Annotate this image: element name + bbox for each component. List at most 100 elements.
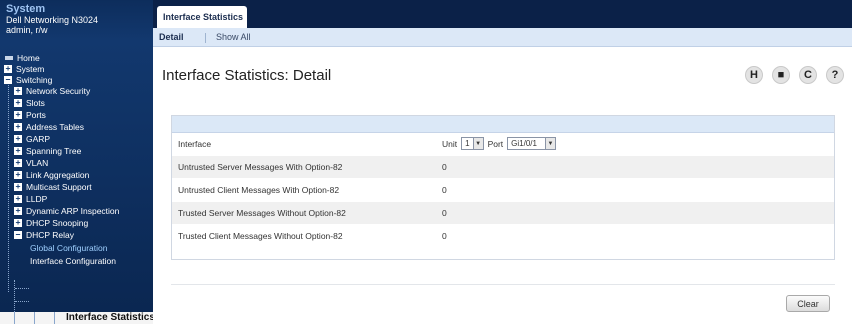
- port-select[interactable]: Gi1/0/1 ▼: [507, 137, 556, 150]
- dropdown-arrow-icon: ▼: [472, 138, 483, 149]
- table-header: [172, 116, 834, 133]
- row-label: Untrusted Client Messages With Option-82: [178, 185, 340, 195]
- sidebar-item-label: Switching: [16, 74, 53, 85]
- collapse-icon[interactable]: −: [14, 231, 22, 239]
- expand-icon[interactable]: +: [14, 159, 22, 167]
- sidebar-item-dhcp-relay[interactable]: − DHCP Relay: [14, 229, 74, 241]
- question-icon[interactable]: ?: [826, 66, 844, 84]
- row-label: Trusted Client Messages Without Option-8…: [178, 231, 343, 241]
- port-value: Gi1/0/1: [511, 139, 537, 148]
- sidebar-item-label: Network Security: [26, 85, 91, 96]
- sidebar-item-dhcp-snooping[interactable]: + DHCP Snooping: [14, 217, 88, 229]
- tab-bar: Interface Statistics: [153, 0, 852, 28]
- row-value: 0: [442, 185, 447, 195]
- row-value: 0: [442, 231, 447, 241]
- sidebar: System Dell Networking N3024 admin, r/w …: [0, 0, 153, 324]
- statistics-table: Interface Unit 1 ▼ Port Gi1/0/1 ▼ Untrus…: [171, 115, 835, 260]
- sidebar-item-address-tables[interactable]: + Address Tables: [14, 121, 84, 133]
- sidebar-item-label: DHCP Relay: [26, 229, 75, 240]
- sidebar-item-ports[interactable]: + Ports: [14, 109, 46, 121]
- sidebar-item-label: GARP: [26, 133, 51, 144]
- tree-line: [14, 312, 15, 324]
- system-title: System: [6, 3, 46, 15]
- expand-icon[interactable]: +: [14, 123, 22, 131]
- interface-label: Interface: [178, 139, 212, 149]
- table-row: Interface Unit 1 ▼ Port Gi1/0/1 ▼: [172, 133, 834, 156]
- expand-icon[interactable]: +: [14, 135, 22, 143]
- table-row: Untrusted Client Messages With Option-82…: [172, 179, 834, 202]
- refresh-icon[interactable]: C: [799, 66, 817, 84]
- expand-icon[interactable]: +: [14, 171, 22, 179]
- tab-interface-statistics[interactable]: Interface Statistics: [157, 6, 247, 28]
- tree-line: [54, 312, 55, 324]
- unit-value: 1: [465, 139, 470, 148]
- tree-line: [34, 312, 35, 324]
- tree-line: [15, 288, 29, 289]
- subnav-detail-link[interactable]: Detail: [159, 32, 184, 42]
- sidebar-item-spanning-tree[interactable]: + Spanning Tree: [14, 145, 81, 157]
- system-header: System Dell Networking N3024 admin, r/w: [0, 0, 153, 48]
- unit-select[interactable]: 1 ▼: [461, 137, 484, 150]
- table-row: Untrusted Server Messages With Option-82…: [172, 156, 834, 179]
- subnav-show-all-link[interactable]: Show All: [216, 32, 251, 42]
- interface-selector: Unit 1 ▼ Port Gi1/0/1 ▼: [442, 137, 556, 150]
- row-value: 0: [442, 162, 447, 172]
- sidebar-item-label: Interface Configuration: [30, 255, 116, 266]
- sidebar-item-global-configuration[interactable]: Global Configuration: [30, 242, 108, 254]
- row-value: 0: [442, 208, 447, 218]
- divider: [171, 284, 835, 285]
- sidebar-item-label: DHCP Snooping: [26, 217, 89, 228]
- sidebar-selected-row[interactable]: Interface Statistics: [0, 312, 153, 324]
- sidebar-item-label: Home: [17, 52, 40, 63]
- sidebar-item-network-security[interactable]: + Network Security: [14, 85, 90, 97]
- sidebar-item-label: Global Configuration: [30, 242, 108, 253]
- sidebar-item-label: Slots: [26, 97, 45, 108]
- row-label: Trusted Server Messages Without Option-8…: [178, 208, 346, 218]
- expand-icon[interactable]: +: [14, 111, 22, 119]
- toolbar: H ■ C ?: [745, 66, 844, 84]
- row-label: Untrusted Server Messages With Option-82: [178, 162, 343, 172]
- collapse-icon[interactable]: −: [4, 76, 12, 84]
- dropdown-arrow-icon: ▼: [544, 138, 555, 149]
- expand-icon[interactable]: +: [14, 147, 22, 155]
- sidebar-item-label: System: [16, 63, 45, 74]
- table-row: Trusted Client Messages Without Option-8…: [172, 225, 834, 248]
- sidebar-item-label: Link Aggregation: [26, 169, 90, 180]
- sidebar-item-label: Ports: [26, 109, 46, 120]
- expand-icon[interactable]: +: [14, 207, 22, 215]
- expand-icon[interactable]: +: [14, 183, 22, 191]
- sidebar-item-label: Address Tables: [26, 121, 84, 132]
- clear-button[interactable]: Clear: [786, 295, 830, 312]
- expand-icon[interactable]: +: [14, 99, 22, 107]
- expand-icon[interactable]: +: [14, 195, 22, 203]
- sidebar-item-label: Spanning Tree: [26, 145, 82, 156]
- sidebar-item-lldp[interactable]: + LLDP: [14, 193, 47, 205]
- sidebar-item-label: Dynamic ARP Inspection: [26, 205, 120, 216]
- sidebar-item-link-aggregation[interactable]: + Link Aggregation: [14, 169, 89, 181]
- sidebar-item-interface-configuration[interactable]: Interface Configuration: [30, 255, 116, 267]
- main-panel: Interface Statistics Detail Show All Int…: [153, 0, 852, 324]
- sidebar-item-dynamic-arp-inspection[interactable]: + Dynamic ARP Inspection: [14, 205, 119, 217]
- device-model: Dell Networking N3024: [6, 15, 99, 25]
- print-icon[interactable]: ■: [772, 66, 790, 84]
- sidebar-item-interface-statistics[interactable]: Interface Statistics: [66, 312, 153, 323]
- user-info: admin, r/w: [6, 25, 48, 35]
- sidebar-item-slots[interactable]: + Slots: [14, 97, 45, 109]
- home-icon: [5, 56, 13, 60]
- sidebar-item-vlan[interactable]: + VLAN: [14, 157, 48, 169]
- sidebar-item-label: Multicast Support: [26, 181, 92, 192]
- sidebar-item-garp[interactable]: + GARP: [14, 133, 50, 145]
- unit-label: Unit: [442, 138, 458, 149]
- subnav-separator: [205, 33, 206, 43]
- table-row: Trusted Server Messages Without Option-8…: [172, 202, 834, 225]
- sub-navigation: Detail Show All: [153, 28, 852, 47]
- app-window: System Dell Networking N3024 admin, r/w …: [0, 0, 852, 324]
- sidebar-item-label: LLDP: [26, 193, 48, 204]
- expand-icon[interactable]: +: [14, 219, 22, 227]
- tree-line: [8, 82, 9, 292]
- expand-icon[interactable]: +: [14, 87, 22, 95]
- help-icon[interactable]: H: [745, 66, 763, 84]
- port-label: Port: [487, 138, 504, 149]
- sidebar-item-multicast-support[interactable]: + Multicast Support: [14, 181, 92, 193]
- expand-icon[interactable]: +: [4, 65, 12, 73]
